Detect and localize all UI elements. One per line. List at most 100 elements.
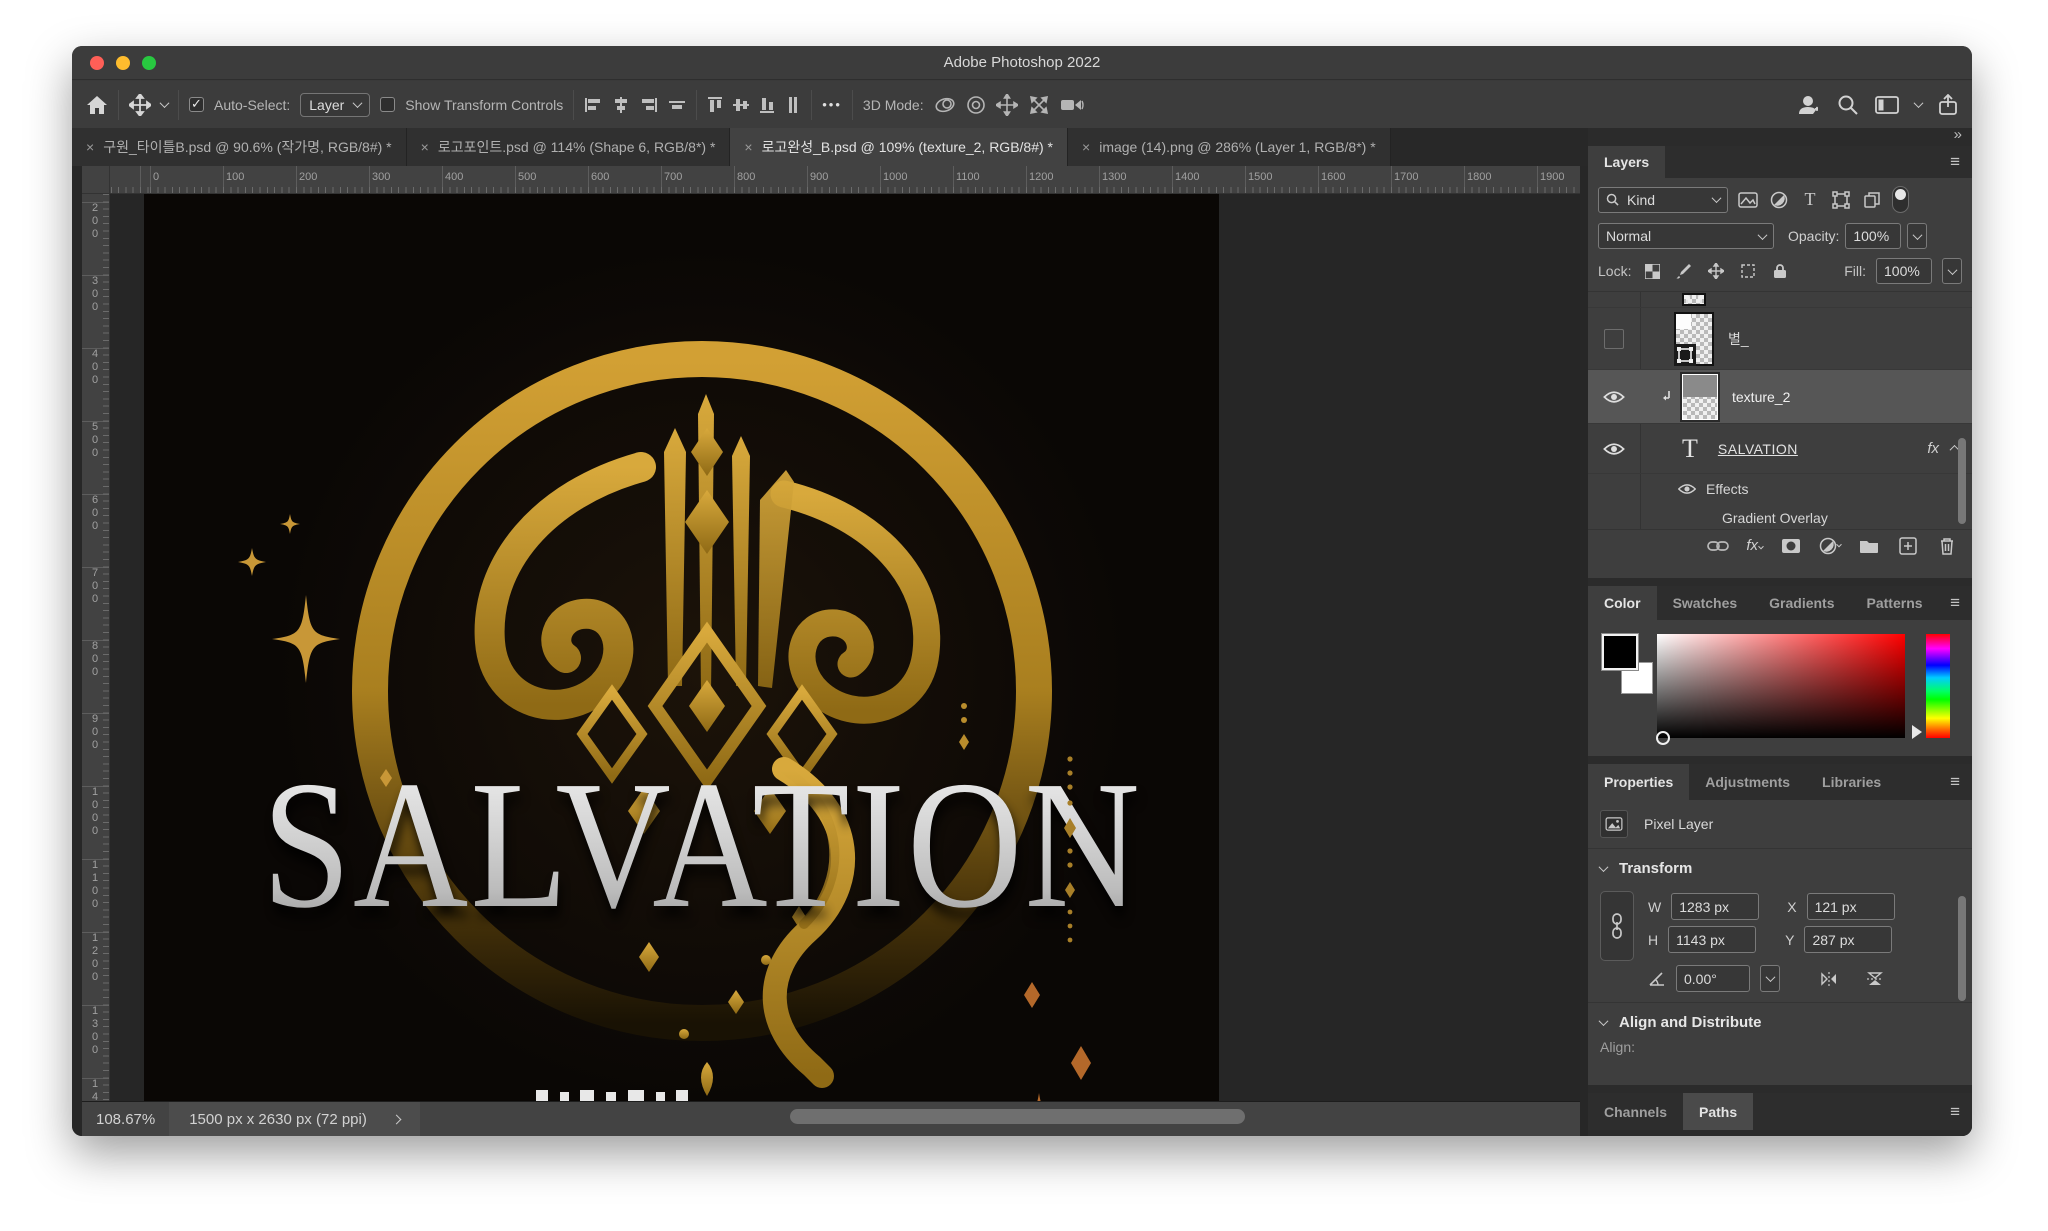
- eye-icon[interactable]: [1603, 390, 1625, 404]
- align-right-icon[interactable]: [640, 97, 658, 113]
- workspace-icon[interactable]: [1875, 95, 1899, 115]
- align-center-h-icon[interactable]: [612, 97, 630, 113]
- orbit-3d-icon[interactable]: [934, 95, 956, 115]
- layers-scrollbar[interactable]: [1958, 438, 1966, 524]
- fx-icon[interactable]: fx: [1927, 440, 1939, 457]
- adjustment-layer-icon[interactable]: [1819, 535, 1841, 557]
- align-bottom-icon[interactable]: [759, 96, 775, 114]
- rotation-angle-field[interactable]: 0.00°: [1676, 965, 1750, 992]
- filter-adjustment-layers-icon[interactable]: [1768, 189, 1790, 211]
- delete-layer-icon[interactable]: [1936, 535, 1958, 557]
- foreground-color-swatch[interactable]: [1602, 634, 1638, 670]
- tab-paths[interactable]: Paths: [1683, 1093, 1753, 1130]
- search-icon[interactable]: [1837, 94, 1859, 116]
- visibility-checkbox-empty[interactable]: [1604, 329, 1624, 349]
- properties-scrollbar[interactable]: [1958, 896, 1966, 1001]
- tab-swatches[interactable]: Swatches: [1657, 586, 1754, 620]
- panel-menu-icon[interactable]: ≡: [1950, 152, 1960, 172]
- distribute-h-icon[interactable]: [668, 97, 686, 113]
- lock-transparency-icon[interactable]: [1641, 260, 1663, 282]
- move-tool-icon[interactable]: [129, 94, 151, 116]
- tab-adjustments[interactable]: Adjustments: [1689, 764, 1806, 800]
- layer-filter-dropdown[interactable]: Kind: [1598, 187, 1728, 213]
- auto-select-checkbox[interactable]: [189, 97, 204, 112]
- document-canvas[interactable]: SALVATION SALVATION: [144, 194, 1219, 1101]
- close-icon[interactable]: ×: [1082, 139, 1090, 155]
- collapse-panels-icon[interactable]: »: [1954, 126, 1962, 143]
- height-field[interactable]: 1143 px: [1668, 926, 1756, 953]
- close-icon[interactable]: ×: [744, 139, 752, 155]
- fill-field[interactable]: 100%: [1876, 258, 1932, 284]
- add-layer-mask-icon[interactable]: [1780, 535, 1802, 557]
- fill-chevron[interactable]: [1942, 258, 1962, 284]
- align-section-header[interactable]: Align and Distribute: [1588, 1003, 1972, 1037]
- tool-preset-chevron-icon[interactable]: [160, 98, 170, 108]
- tab-color[interactable]: Color: [1588, 586, 1657, 620]
- ruler-left[interactable]: 2003004005006007008009001000110012001300…: [82, 194, 110, 1101]
- layer-row-texture2[interactable]: texture_2: [1588, 370, 1972, 424]
- align-left-icon[interactable]: [584, 97, 602, 113]
- layer-row-salvation[interactable]: T SALVATION fx: [1588, 424, 1972, 474]
- align-middle-icon[interactable]: [733, 96, 749, 114]
- ruler-top[interactable]: 0100200300400500600700800900100011001200…: [110, 166, 1580, 194]
- y-field[interactable]: 287 px: [1804, 926, 1892, 953]
- close-icon[interactable]: ×: [421, 139, 429, 155]
- panel-menu-icon[interactable]: ≡: [1950, 772, 1960, 792]
- transform-section-header[interactable]: Transform: [1588, 849, 1972, 883]
- document-tab-1[interactable]: ×구원_타이틀B.psd @ 90.6% (작가명, RGB/8#) *: [72, 128, 407, 166]
- filter-pixel-layers-icon[interactable]: [1737, 189, 1759, 211]
- document-tab-4[interactable]: ×image (14).png @ 286% (Layer 1, RGB/8*)…: [1068, 128, 1391, 166]
- link-dimensions-button[interactable]: [1600, 891, 1634, 961]
- tab-gradients[interactable]: Gradients: [1753, 586, 1850, 620]
- tab-patterns[interactable]: Patterns: [1851, 586, 1939, 620]
- roll-3d-icon[interactable]: [966, 95, 986, 115]
- hue-slider-marker[interactable]: [1912, 725, 1922, 739]
- flip-vertical-icon[interactable]: [1864, 968, 1886, 990]
- link-layers-icon[interactable]: [1707, 535, 1729, 557]
- layer-style-fx-icon[interactable]: fx: [1746, 537, 1763, 554]
- auto-select-target-dropdown[interactable]: Layer: [300, 93, 370, 117]
- layer-row-effects[interactable]: Effects: [1588, 474, 1972, 504]
- distribute-v-icon[interactable]: [785, 96, 801, 114]
- filter-shape-layers-icon[interactable]: [1830, 189, 1852, 211]
- tab-channels[interactable]: Channels: [1588, 1093, 1683, 1130]
- status-chevron-icon[interactable]: [391, 1114, 401, 1124]
- show-transform-checkbox[interactable]: [380, 97, 395, 112]
- slide-3d-icon[interactable]: [1028, 94, 1050, 116]
- blend-mode-dropdown[interactable]: Normal: [1598, 223, 1774, 249]
- eye-icon[interactable]: [1678, 483, 1696, 495]
- color-picker-cursor[interactable]: [1656, 731, 1670, 745]
- filter-type-layers-icon[interactable]: T: [1799, 189, 1821, 211]
- lock-pixels-icon[interactable]: [1673, 260, 1695, 282]
- horizontal-scrollbar[interactable]: [790, 1109, 1245, 1124]
- layer-row-gradient-overlay[interactable]: Gradient Overlay: [1588, 504, 1972, 529]
- align-top-icon[interactable]: [707, 96, 723, 114]
- new-group-folder-icon[interactable]: [1858, 535, 1880, 557]
- close-icon[interactable]: ×: [86, 139, 94, 155]
- opacity-chevron[interactable]: [1907, 223, 1927, 249]
- zoom-level-field[interactable]: 108.67%: [82, 1111, 169, 1128]
- tab-properties[interactable]: Properties: [1588, 764, 1689, 800]
- saturation-brightness-picker[interactable]: [1657, 634, 1905, 738]
- panel-menu-icon[interactable]: ≡: [1950, 593, 1960, 613]
- angle-chevron[interactable]: [1760, 965, 1780, 992]
- document-tab-2[interactable]: ×로고포인트.psd @ 114% (Shape 6, RGB/8*) *: [407, 128, 731, 166]
- lock-position-icon[interactable]: [1705, 260, 1727, 282]
- workspace-chevron-icon[interactable]: [1914, 98, 1924, 108]
- eye-icon[interactable]: [1603, 442, 1625, 456]
- home-icon[interactable]: [86, 95, 108, 115]
- width-field[interactable]: 1283 px: [1671, 893, 1759, 920]
- filter-toggle[interactable]: [1892, 186, 1909, 213]
- panel-menu-icon[interactable]: ≡: [1950, 1102, 1960, 1122]
- filter-smart-objects-icon[interactable]: [1861, 189, 1883, 211]
- opacity-field[interactable]: 100%: [1845, 223, 1901, 249]
- tab-libraries[interactable]: Libraries: [1806, 764, 1897, 800]
- hue-slider[interactable]: [1926, 634, 1950, 738]
- lock-all-icon[interactable]: [1769, 260, 1791, 282]
- share-icon[interactable]: [1938, 94, 1958, 116]
- x-field[interactable]: 121 px: [1807, 893, 1895, 920]
- layer-thumbnail[interactable]: [1682, 374, 1718, 420]
- tab-layers[interactable]: Layers: [1588, 146, 1665, 178]
- document-tab-3[interactable]: ×로고완성_B.psd @ 109% (texture_2, RGB/8#) *: [730, 128, 1068, 166]
- layer-row-star[interactable]: 별_: [1588, 308, 1972, 370]
